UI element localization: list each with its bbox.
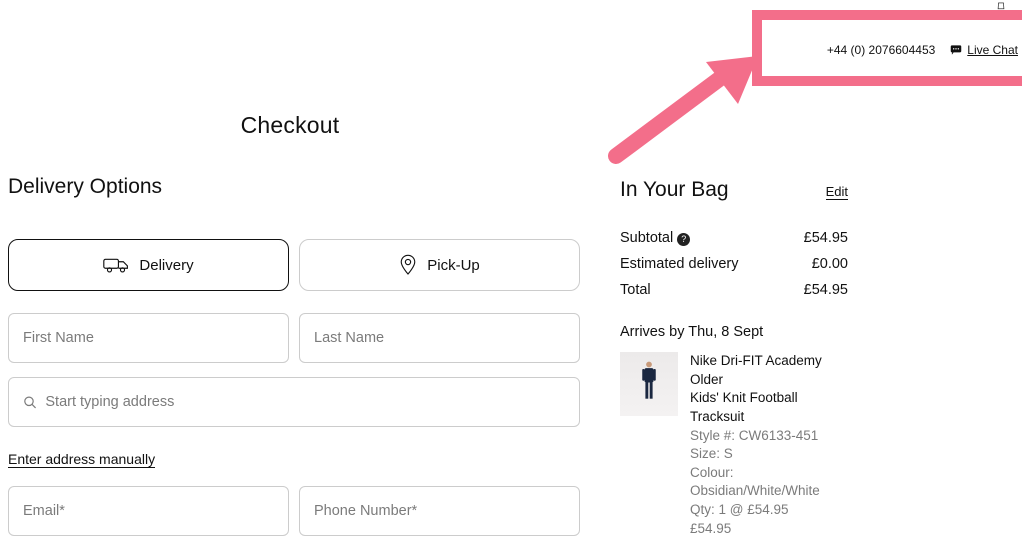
live-chat-label: Live Chat [967,43,1018,57]
search-icon [23,395,37,410]
bag-title: In Your Bag [620,178,729,202]
first-name-field[interactable] [8,313,289,363]
header-phone: +44 (0) 2076604453 [827,43,935,57]
arrives-by: Arrives by Thu, 8 Sept [620,324,848,340]
delivery-method-pickup[interactable]: Pick-Up [299,239,580,291]
address-input[interactable] [45,394,565,410]
email-input[interactable] [23,503,274,519]
first-name-input[interactable] [23,330,274,346]
subtotal-value: £54.95 [804,230,848,246]
pin-icon [399,254,417,276]
product-image [640,360,658,403]
chat-icon [949,43,963,57]
delivery-section: Delivery Options Delivery Pick-Up [8,175,580,550]
phone-field[interactable] [299,486,580,536]
product-thumbnail[interactable] [620,352,678,416]
bag-icon[interactable] [992,0,1010,10]
product-qty: Qty: 1 @ £54.95 [690,501,848,520]
delivery-options-heading: Delivery Options [8,175,580,199]
product-price: £54.95 [690,520,848,539]
help-icon[interactable]: ? [677,233,690,246]
enter-address-manually-link[interactable]: Enter address manually [8,451,155,468]
delivery-method-delivery[interactable]: Delivery [8,239,289,291]
phone-input[interactable] [314,503,565,519]
subtotal-label: Subtotal? [620,230,690,246]
edit-bag-link[interactable]: Edit [826,184,848,200]
email-field[interactable] [8,486,289,536]
header: +44 (0) 2076604453 Live Chat [0,0,1024,60]
last-name-field[interactable] [299,313,580,363]
truck-icon [103,255,129,275]
last-name-input[interactable] [314,330,565,346]
total-value: £54.95 [804,282,848,298]
delivery-method-label: Delivery [139,257,193,274]
live-chat-link[interactable]: Live Chat [949,43,1018,57]
delivery-label: Estimated delivery [620,256,738,272]
product-colour: Colour: Obsidian/White/White [690,464,848,501]
product-name-line1: Nike Dri-FIT Academy Older [690,352,848,389]
bag-summary: In Your Bag Edit Subtotal? £54.95 Estima… [620,178,848,538]
product-name-line2: Kids' Knit Football Tracksuit [690,389,848,426]
annotation-arrow [598,56,768,166]
total-label: Total [620,282,651,298]
bag-product: Nike Dri-FIT Academy Older Kids' Knit Fo… [620,352,848,538]
address-field[interactable] [8,377,580,427]
product-style: Style #: CW6133-451 [690,427,848,446]
pickup-method-label: Pick-Up [427,257,480,274]
page-title: Checkout [0,112,580,139]
product-size: Size: S [690,445,848,464]
delivery-value: £0.00 [812,256,848,272]
